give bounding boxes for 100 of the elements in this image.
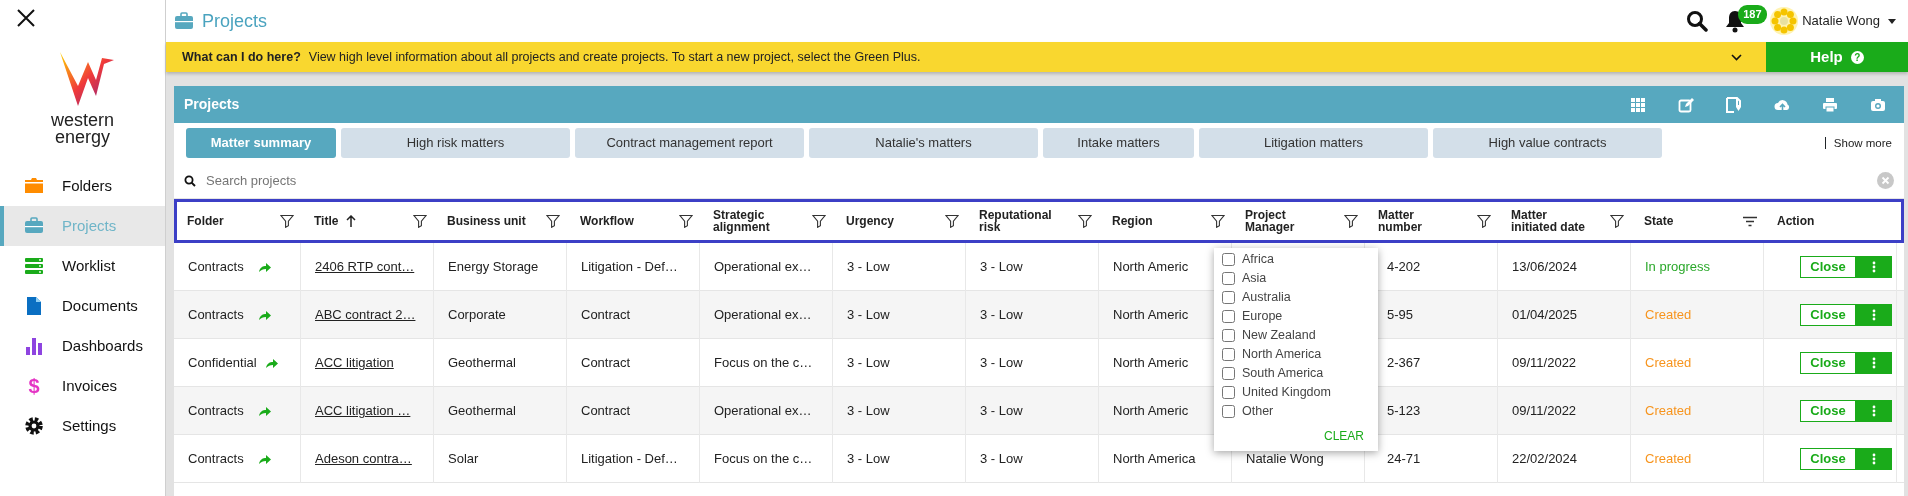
filter-icon[interactable] xyxy=(413,214,427,228)
table-cell-text: 3 - Low xyxy=(980,450,1023,469)
table-cell-text: 4-202 xyxy=(1387,258,1421,277)
option-label: United Kingdom xyxy=(1242,384,1331,402)
edit-icon[interactable] xyxy=(1678,96,1694,113)
print-icon[interactable] xyxy=(1822,96,1838,113)
sidebar-item[interactable]: Settings xyxy=(0,406,165,446)
sort-up-icon[interactable] xyxy=(346,215,357,227)
search-field[interactable]: Search projects xyxy=(204,169,1869,192)
project-title-link[interactable]: ACC litigation … xyxy=(315,401,411,421)
option-label: Other xyxy=(1242,403,1274,421)
logo-text: energy xyxy=(54,129,110,146)
camera-icon[interactable] xyxy=(1870,96,1886,113)
column-header: Project Manager xyxy=(1245,209,1296,233)
tab[interactable]: Natalie's matters xyxy=(809,128,1038,158)
kebab-icon xyxy=(1872,453,1876,465)
project-title-link[interactable]: ABC contract 2… xyxy=(315,305,416,325)
question-icon: ? xyxy=(1850,50,1864,64)
column-header: Action xyxy=(1777,215,1815,227)
table-cell-text: Contract xyxy=(581,354,631,373)
project-title-link[interactable]: Adeson contra… xyxy=(315,449,412,469)
option-label: North America xyxy=(1242,346,1322,364)
share-arrow-icon[interactable] xyxy=(258,261,271,273)
sidebar-item[interactable]: $ Invoices xyxy=(0,366,165,406)
sidebar-item[interactable]: Folders xyxy=(0,166,165,206)
option-label: Asia xyxy=(1242,270,1267,288)
share-arrow-icon[interactable] xyxy=(258,309,271,321)
status-text: In progress xyxy=(1645,258,1711,277)
page-title: Projects xyxy=(202,9,268,33)
option-label: Europe xyxy=(1242,308,1283,326)
checkbox[interactable] xyxy=(1222,348,1235,361)
table-cell-text: Solar xyxy=(448,450,479,469)
checkbox[interactable] xyxy=(1222,291,1235,304)
filter-icon[interactable] xyxy=(812,214,826,228)
checkbox[interactable] xyxy=(1222,310,1235,323)
checkbox[interactable] xyxy=(1222,272,1235,285)
table-cell-text: Geothermal xyxy=(448,354,516,373)
show-more-link[interactable]: Show more xyxy=(1824,137,1892,149)
table-cell-text: 3 - Low xyxy=(847,306,890,325)
panel-header: Projects xyxy=(174,86,1904,123)
checkbox[interactable] xyxy=(1222,405,1235,418)
checkbox[interactable] xyxy=(1222,253,1235,266)
search-icon[interactable] xyxy=(1686,10,1709,32)
column-header: Matter number xyxy=(1378,209,1423,233)
tab[interactable]: Intake matters xyxy=(1043,128,1194,158)
filter-icon[interactable] xyxy=(679,214,693,228)
gear-icon xyxy=(24,416,44,436)
grid-icon[interactable] xyxy=(1630,96,1646,113)
table-cell-text: Geothermal xyxy=(448,402,516,421)
sidebar-item[interactable]: Documents xyxy=(0,286,165,326)
filter-icon[interactable] xyxy=(280,214,294,228)
tab[interactable]: Contract management report xyxy=(575,128,804,158)
filter-icon[interactable] xyxy=(1610,214,1624,228)
project-title-link[interactable]: ACC litigation xyxy=(315,353,394,373)
share-arrow-icon[interactable] xyxy=(264,357,278,369)
share-arrow-icon[interactable] xyxy=(258,405,271,417)
help-text: View high level information about all projects and create projects. To start a new project, select the Green Plus. xyxy=(308,48,921,66)
table-cell-text: North America xyxy=(1113,450,1196,469)
sort-lines-icon[interactable] xyxy=(1743,214,1757,228)
checkbox[interactable] xyxy=(1222,329,1235,342)
chevron-down-icon[interactable] xyxy=(1731,53,1742,61)
table-cell-text: 01/04/2025 xyxy=(1512,306,1578,325)
column-header: Workflow xyxy=(580,215,634,227)
column-header: Strategic alignment xyxy=(713,209,771,233)
sidebar-item[interactable]: Dashboards xyxy=(0,326,165,366)
filter-icon[interactable] xyxy=(546,214,560,228)
filter-icon[interactable] xyxy=(1211,214,1225,228)
checkbox[interactable] xyxy=(1222,367,1235,380)
table-cell-text: Operational ex… xyxy=(714,258,812,277)
table-cell-text: 3 - Low xyxy=(980,306,1023,325)
tab[interactable]: High value contracts xyxy=(1433,128,1662,158)
close-icon[interactable] xyxy=(16,8,36,28)
caret-icon[interactable] xyxy=(1888,18,1896,24)
table-cell-text: 3 - Low xyxy=(847,258,890,277)
logo-text: western xyxy=(51,112,114,129)
filter-icon[interactable] xyxy=(1477,214,1491,228)
share-arrow-icon[interactable] xyxy=(258,453,271,465)
table-cell-text: North Americ xyxy=(1113,306,1189,325)
option-label: New Zealand xyxy=(1242,327,1316,345)
table-cell-text: 5-123 xyxy=(1387,402,1421,421)
filter-icon[interactable] xyxy=(945,214,959,228)
table-cell-text: Operational ex… xyxy=(714,306,812,325)
sidebar-item[interactable]: Worklist xyxy=(0,246,165,286)
save-icon[interactable] xyxy=(1726,96,1742,113)
option-label: Australia xyxy=(1242,289,1291,307)
table-cell-text: Operational ex… xyxy=(714,402,812,421)
table-cell-text: North Americ xyxy=(1113,258,1189,277)
filter-icon[interactable] xyxy=(1344,214,1358,228)
status-text: Created xyxy=(1645,450,1692,469)
table-cell-text: 5-95 xyxy=(1387,306,1414,325)
tab[interactable]: High risk matters xyxy=(341,128,570,158)
column-header: Title xyxy=(314,215,339,227)
project-title-link[interactable]: 2406 RTP cont… xyxy=(315,257,415,277)
briefcase-icon xyxy=(174,12,194,30)
filter-icon[interactable] xyxy=(1078,214,1092,228)
column-header: Urgency xyxy=(846,215,895,227)
table-cell-text: Corporate xyxy=(448,306,506,325)
document-icon xyxy=(24,296,44,316)
checkbox[interactable] xyxy=(1222,386,1235,399)
tab[interactable]: Litigation matters xyxy=(1199,128,1428,158)
